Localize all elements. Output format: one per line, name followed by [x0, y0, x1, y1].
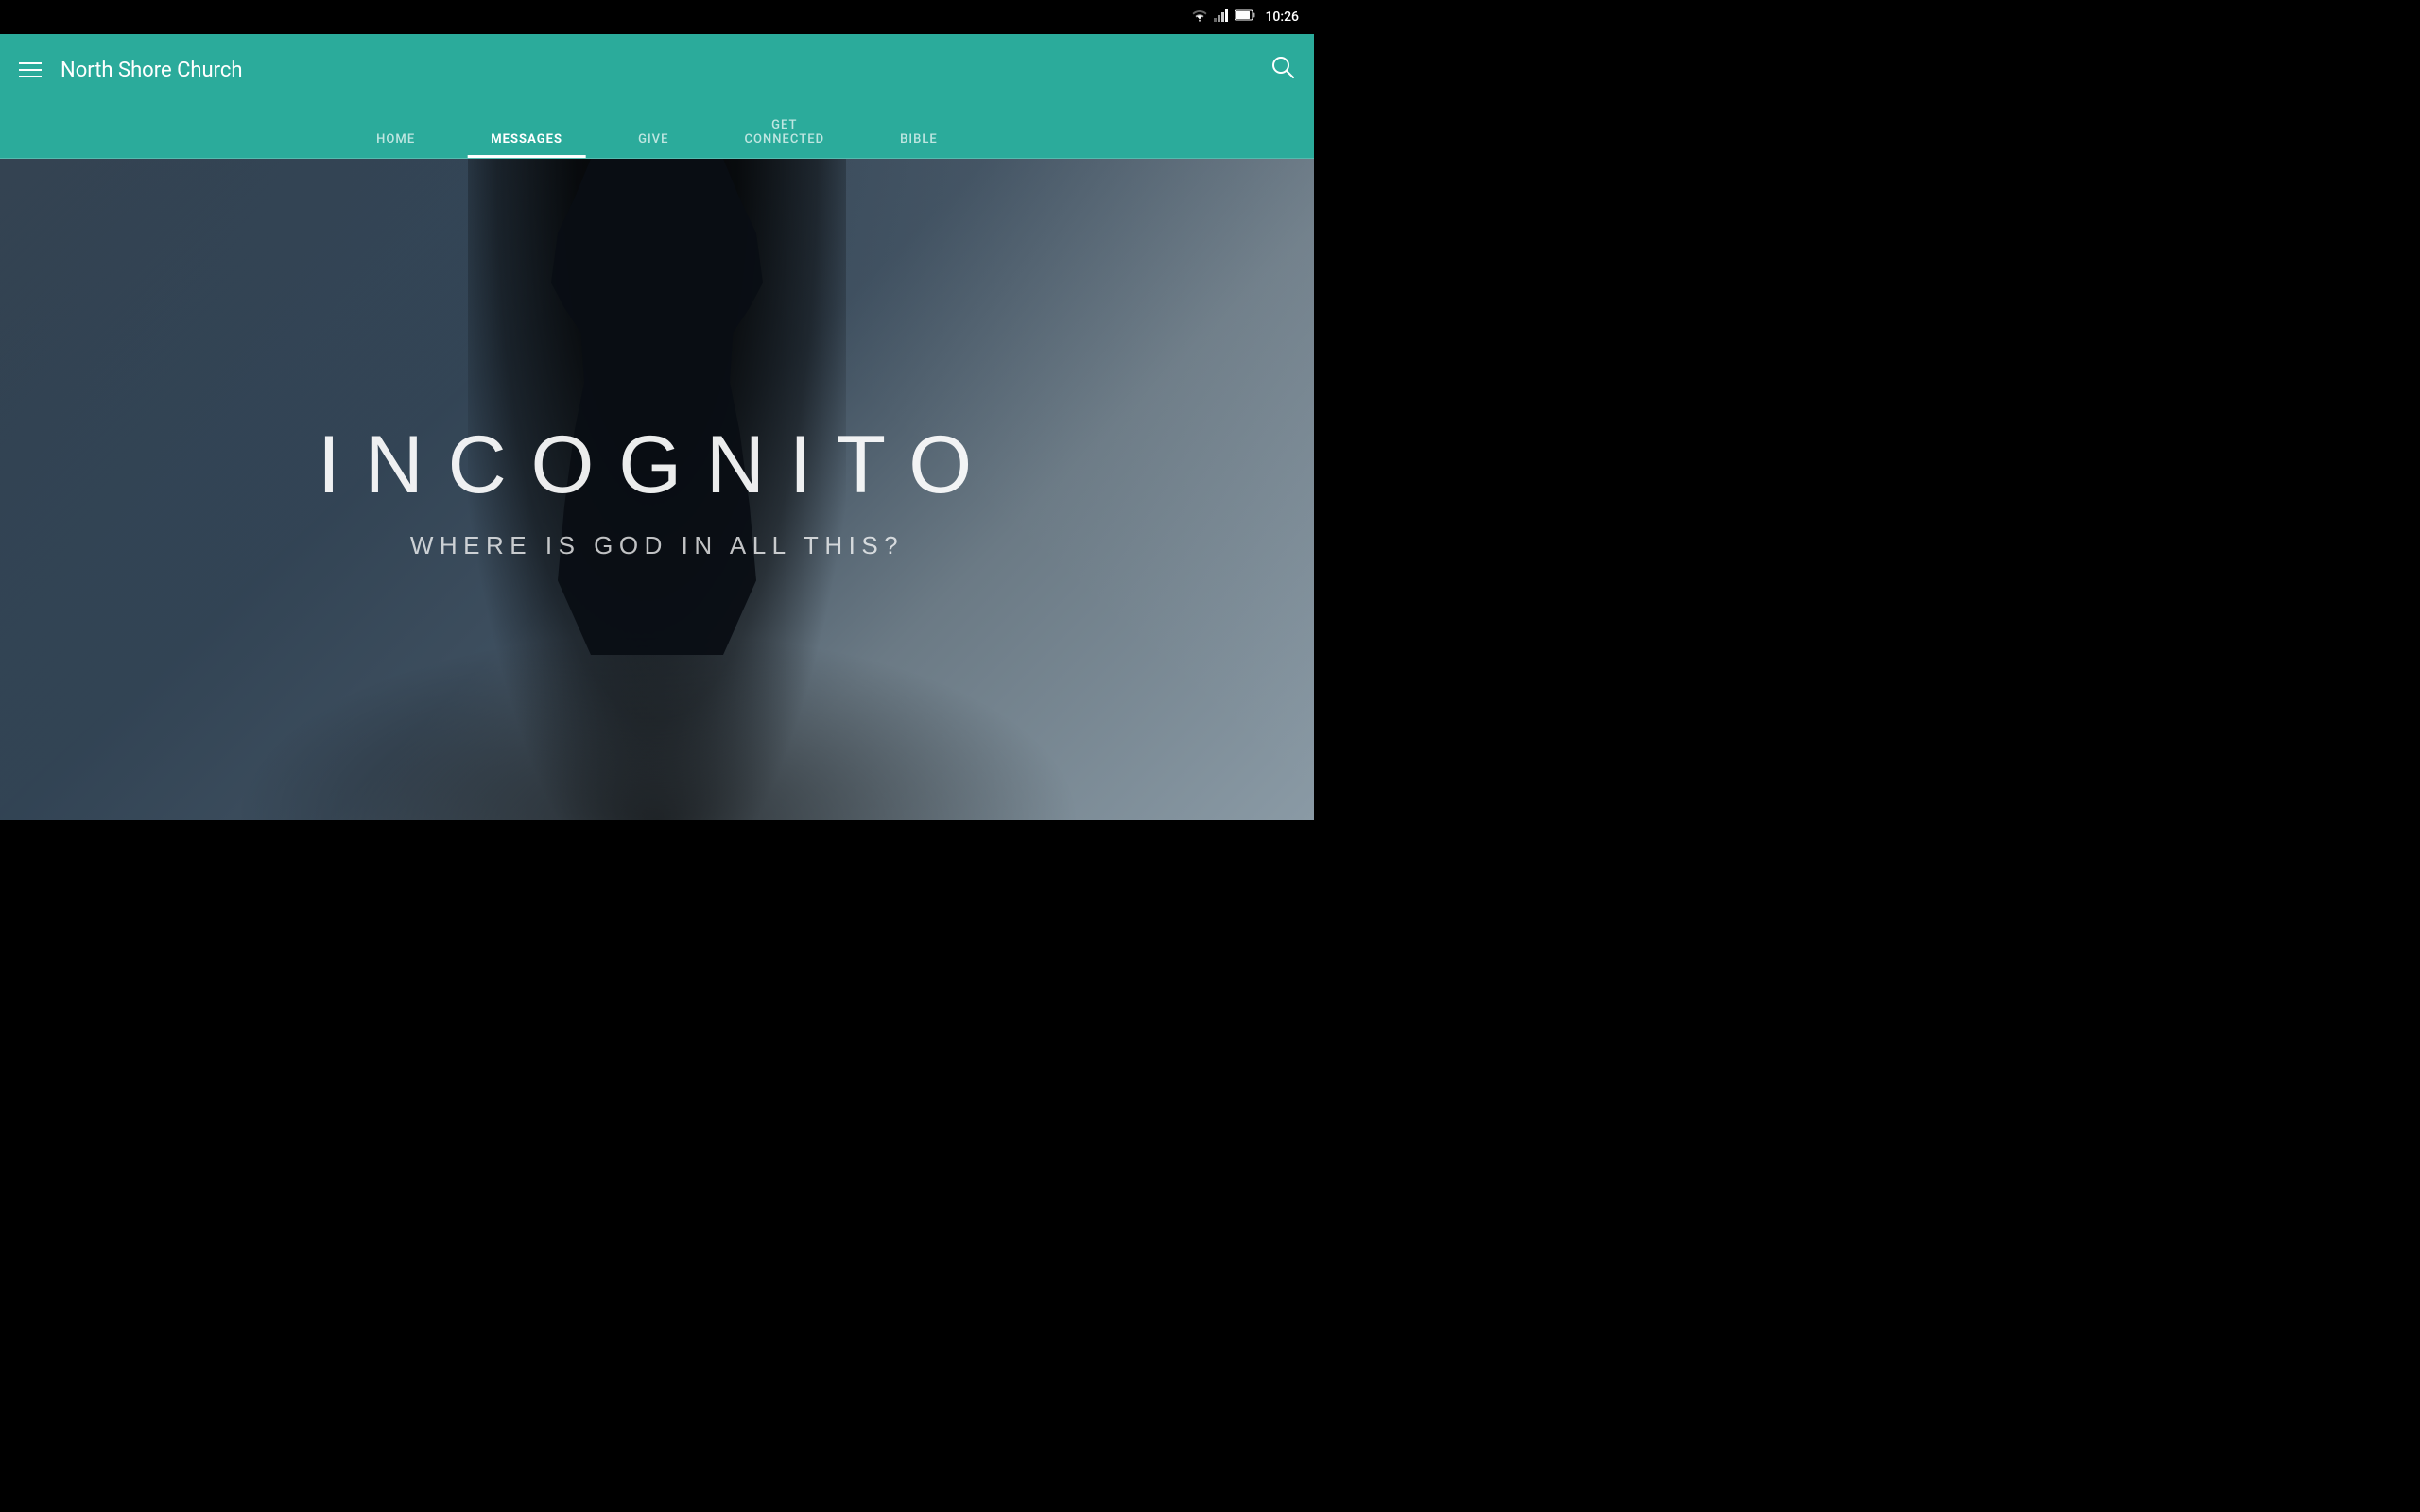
hero-banner: INCOGNITO WHERE IS GOD IN ALL THIS? [0, 159, 1314, 820]
nav-tabs: HOME MESSAGES GIVE GETCONNECTED BIBLE [0, 106, 1314, 159]
tab-get-connected[interactable]: GETCONNECTED [707, 118, 863, 158]
hamburger-line-2 [19, 69, 42, 71]
search-button[interactable] [1270, 55, 1295, 86]
app-title: North Shore Church [60, 59, 243, 82]
status-bar: 10:26 [0, 0, 1314, 34]
status-time: 10:26 [1265, 9, 1299, 25]
app-bar-left: North Shore Church [19, 59, 243, 82]
hero-subtitle: WHERE IS GOD IN ALL THIS? [318, 531, 996, 560]
menu-button[interactable] [19, 62, 42, 77]
status-icons: 10:26 [1191, 9, 1299, 26]
hamburger-line-3 [19, 76, 42, 77]
tab-home[interactable]: HOME [338, 132, 453, 158]
battery-icon [1235, 9, 1255, 25]
tab-messages[interactable]: MESSAGES [453, 132, 600, 158]
tab-give[interactable]: GIVE [600, 132, 706, 158]
app-bar: North Shore Church [0, 34, 1314, 106]
hamburger-line-1 [19, 62, 42, 64]
wifi-icon [1191, 9, 1208, 26]
hero-title: INCOGNITO [318, 419, 996, 512]
hero-text: INCOGNITO WHERE IS GOD IN ALL THIS? [318, 419, 996, 560]
signal-icon [1214, 9, 1229, 26]
silhouette-figure [492, 159, 822, 655]
tab-bible[interactable]: BIBLE [862, 132, 976, 158]
